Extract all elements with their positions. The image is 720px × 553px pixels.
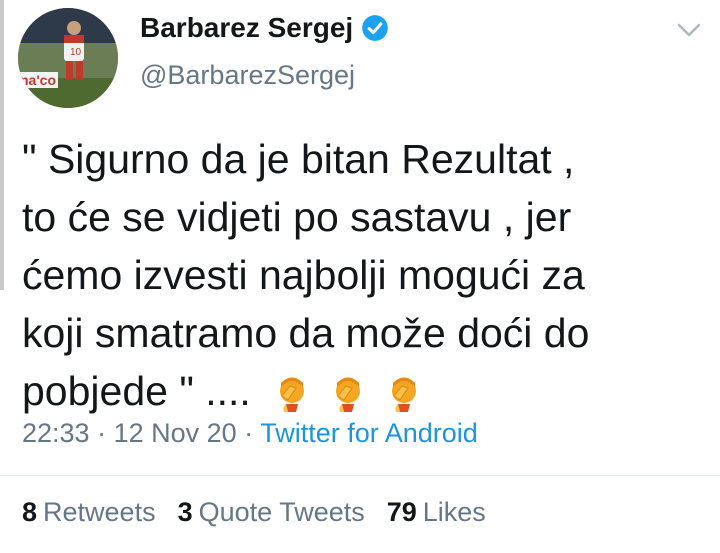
tweet-meta: 22:33 · 12 Nov 20 · Twitter for Android xyxy=(22,418,478,449)
face-palm-emoji-icon xyxy=(392,377,417,413)
tweet-text-line: koji smatramo da može doći do xyxy=(22,310,590,356)
tweet-text-line: to će se vidjeti po sastavu , jer xyxy=(22,194,572,240)
avatar-image: 10 na'co xyxy=(18,8,118,108)
quote-tweets-count: 3 xyxy=(177,497,193,527)
avatar-text: na'co xyxy=(20,72,56,88)
tweet-time[interactable]: 22:33 xyxy=(22,418,90,448)
retweets-stat[interactable]: 8 Retweets xyxy=(22,497,156,528)
author-handle[interactable]: @BarbarezSergej xyxy=(140,60,355,91)
tweet-card: 10 na'co Barbarez Sergej @BarbarezSergej… xyxy=(0,0,720,553)
retweets-count: 8 xyxy=(22,497,38,527)
chevron-down-icon[interactable] xyxy=(676,20,702,40)
tweet-text-line: " Sigurno da je bitan Rezultat , xyxy=(22,136,575,182)
quote-tweets-stat[interactable]: 3 Quote Tweets xyxy=(178,497,365,528)
tweet-text: " Sigurno da je bitan Rezultat , to će s… xyxy=(22,130,702,420)
tweet-text-line: ćemo izvesti najbolji mogući za xyxy=(22,252,585,298)
emoji-group xyxy=(272,374,424,414)
face-palm-emoji-icon xyxy=(280,377,305,413)
author-name-row: Barbarez Sergej xyxy=(140,12,389,44)
tweet-source-link[interactable]: Twitter for Android xyxy=(260,418,478,448)
likes-stat[interactable]: 79 Likes xyxy=(387,497,486,528)
retweets-label: Retweets xyxy=(43,497,156,527)
likes-count: 79 xyxy=(386,497,417,527)
svg-text:10: 10 xyxy=(70,47,82,58)
scroll-edge xyxy=(0,0,4,290)
meta-separator: · xyxy=(89,418,114,448)
tweet-stats: 8 Retweets 3 Quote Tweets 79 Likes xyxy=(22,497,486,528)
tweet-text-line: pobjede " .... xyxy=(22,368,251,414)
tweet-text-last-line: pobjede " .... xyxy=(22,362,702,420)
verified-badge-icon xyxy=(362,15,389,41)
avatar[interactable]: 10 na'co xyxy=(18,8,118,108)
tweet-date[interactable]: 12 Nov 20 xyxy=(114,418,237,448)
quote-tweets-label: Quote Tweets xyxy=(198,497,365,527)
author-display-name[interactable]: Barbarez Sergej xyxy=(140,12,353,44)
face-palm-emoji-icon xyxy=(336,377,361,413)
divider xyxy=(0,475,720,476)
meta-separator: · xyxy=(236,418,261,448)
likes-label: Likes xyxy=(422,497,486,527)
